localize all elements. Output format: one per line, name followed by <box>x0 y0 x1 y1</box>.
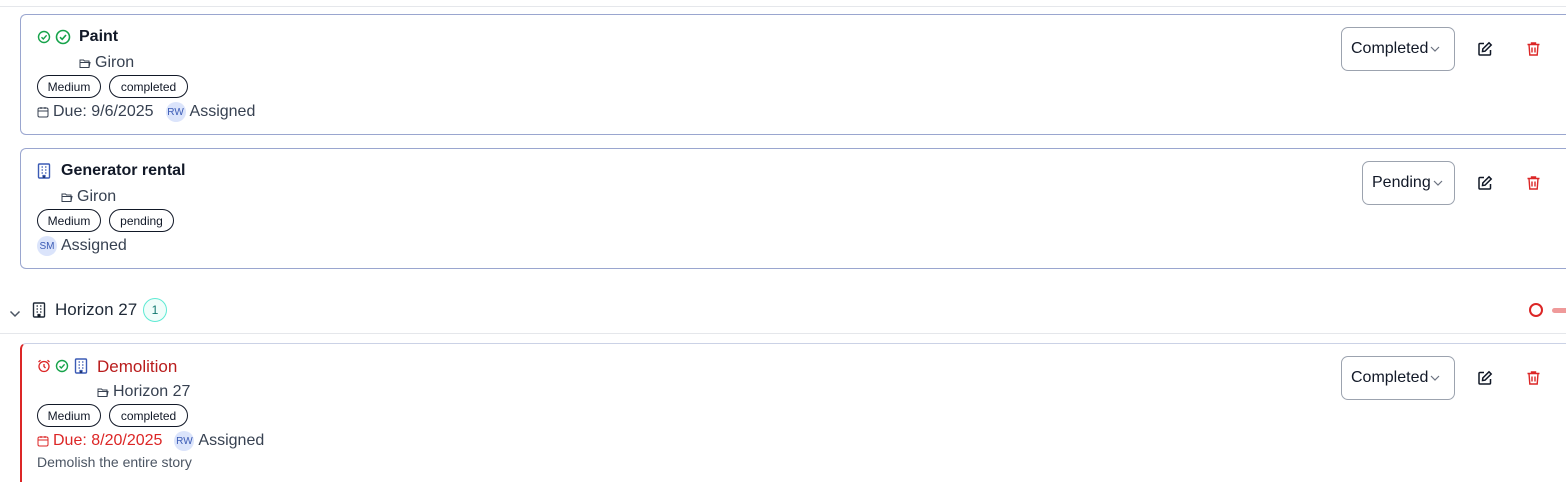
top-divider <box>0 6 1566 7</box>
edit-button[interactable] <box>1474 172 1496 194</box>
progress-ring <box>1529 303 1543 317</box>
trash-icon <box>1527 176 1539 190</box>
chevron-down-icon <box>1430 375 1440 381</box>
alarm-clock-icon <box>37 359 51 378</box>
check-circle-icon <box>55 359 69 378</box>
due-date-row: Due: 8/20/2025 RW Assigned <box>37 431 264 451</box>
delete-button[interactable] <box>1522 38 1544 60</box>
avatar: RW <box>174 431 195 451</box>
due-date-row: Due: 9/6/2025 RW Assigned <box>37 102 255 122</box>
task-card-demolition[interactable] <box>20 343 1566 482</box>
task-card-generator-rental[interactable] <box>20 148 1566 269</box>
building-icon <box>32 302 46 323</box>
check-circle-icon <box>55 29 71 50</box>
task-project: Horizon 27 <box>97 383 190 401</box>
trash-icon <box>1527 371 1539 385</box>
status-select-value: Pending <box>1372 174 1431 191</box>
due-date: Due: 9/6/2025 <box>53 103 154 120</box>
group-name: Horizon 27 <box>55 300 138 319</box>
building-icon <box>37 163 51 184</box>
folder-icon <box>97 388 109 397</box>
assigned-label: Assigned <box>189 103 256 120</box>
status-select-value: Completed <box>1351 40 1429 57</box>
status-badge: completed <box>109 75 188 98</box>
task-project: Giron <box>79 54 134 72</box>
assignee-row: SM Assigned <box>37 236 127 256</box>
priority-badge: Medium <box>37 209 101 232</box>
project-name: Giron <box>77 188 117 205</box>
project-name: Giron <box>95 54 135 71</box>
chevron-down-icon <box>1433 180 1443 186</box>
due-date: Due: 8/20/2025 <box>53 432 163 449</box>
calendar-icon <box>37 107 49 118</box>
status-badge: completed <box>109 404 188 427</box>
assigned-label: Assigned <box>198 432 265 449</box>
calendar-icon <box>37 436 49 447</box>
edit-button[interactable] <box>1474 38 1496 60</box>
priority-badge: Medium <box>37 75 101 98</box>
project-name: Horizon 27 <box>113 383 191 400</box>
trash-icon <box>1527 42 1539 56</box>
status-select[interactable]: Pending <box>1362 161 1455 205</box>
delete-button[interactable] <box>1522 367 1544 389</box>
task-count-badge: 1 <box>143 298 167 322</box>
priority-badge: Medium <box>37 404 101 427</box>
edit-icon <box>1478 175 1493 190</box>
edit-icon <box>1478 41 1493 56</box>
edit-button[interactable] <box>1474 367 1496 389</box>
assigned-label: Assigned <box>61 237 127 254</box>
status-select-value: Completed <box>1351 369 1429 386</box>
building-icon <box>74 358 88 379</box>
task-title: Paint <box>79 28 119 45</box>
delete-button[interactable] <box>1522 172 1544 194</box>
status-badge: pending <box>109 209 174 232</box>
task-description: Demolish the entire story <box>37 454 192 470</box>
task-title: Demolition <box>97 357 178 376</box>
chevron-down-icon <box>1430 46 1440 52</box>
group-divider <box>0 333 1566 334</box>
folder-icon <box>79 59 91 68</box>
edit-icon <box>1478 370 1493 385</box>
task-project: Giron <box>61 188 116 206</box>
progress-bar <box>1552 308 1566 313</box>
status-select[interactable]: Completed <box>1341 356 1455 400</box>
project-group-header[interactable]: Horizon 27 <box>0 292 1566 328</box>
avatar: RW <box>165 102 186 122</box>
chevron-down-icon[interactable] <box>9 305 21 323</box>
task-title: Generator rental <box>61 162 186 179</box>
status-select[interactable]: Completed <box>1341 27 1455 71</box>
check-circle-icon <box>37 30 51 49</box>
avatar: SM <box>37 236 57 256</box>
folder-icon <box>61 193 73 202</box>
